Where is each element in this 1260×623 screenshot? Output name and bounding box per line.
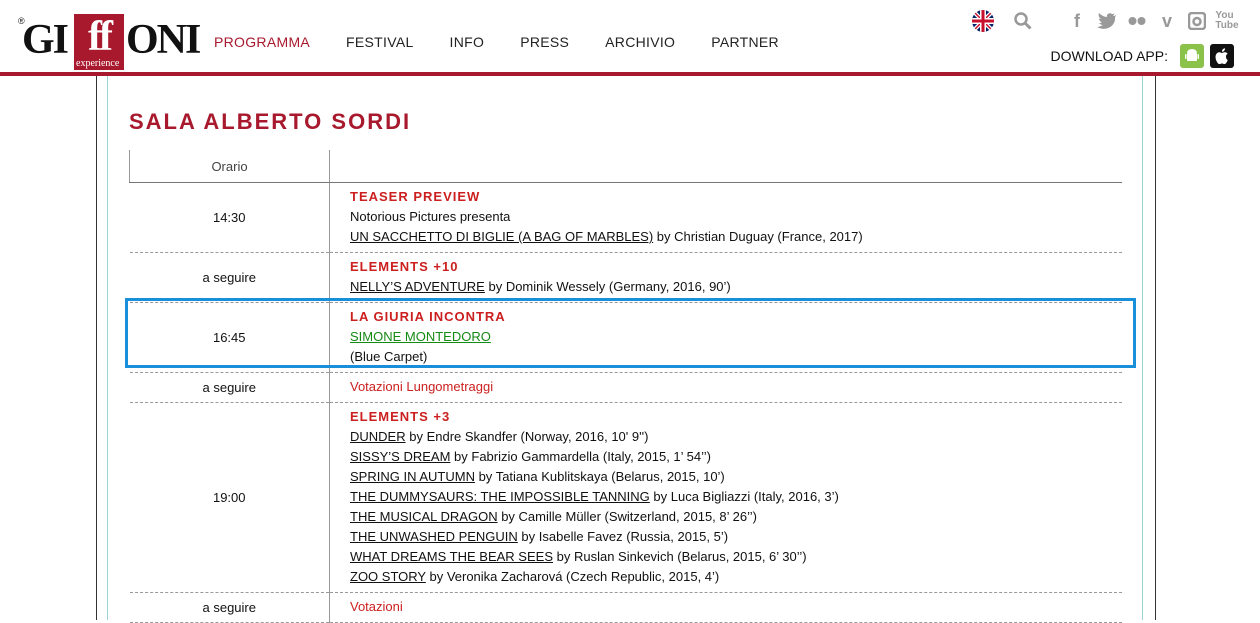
- presenter-text: Notorious Pictures presenta: [350, 209, 511, 224]
- film-link[interactable]: SPRING IN AUTUMN: [350, 469, 475, 484]
- uk-flag-icon[interactable]: [972, 10, 994, 32]
- category-label: TEASER PREVIEW: [350, 189, 481, 204]
- youtube-icon[interactable]: You Tube: [1215, 10, 1238, 32]
- page-title: SALA ALBERTO SORDI: [129, 109, 412, 134]
- vimeo-icon[interactable]: v: [1156, 10, 1178, 32]
- giffoni-logo[interactable]: ® GI ff ONI experience: [18, 12, 201, 70]
- site-header: ® GI ff ONI experience PROGRAMMA FESTIVA…: [0, 0, 1260, 72]
- row-program: TEASER PREVIEW Notorious Pictures presen…: [329, 182, 1122, 253]
- film-info: by Christian Duguay (France, 2017): [653, 229, 863, 244]
- column-header-orario: Orario: [129, 150, 330, 183]
- header-tools: f v You Tube: [972, 8, 1239, 34]
- search-icon[interactable]: [1012, 10, 1034, 32]
- film-line: DUNDER by Endre Skandfer (Norway, 2016, …: [350, 427, 1122, 447]
- download-app: DOWNLOAD APP:: [1051, 44, 1234, 68]
- selection-highlight: [125, 298, 1136, 368]
- film-link[interactable]: NELLY’S ADVENTURE: [350, 279, 485, 294]
- film-info: by Ruslan Sinkevich (Belarus, 2015, 6’ 3…: [553, 549, 807, 564]
- voting-label: Votazioni: [350, 599, 403, 614]
- row-time: 14:30: [129, 182, 330, 253]
- nav-item-info[interactable]: INFO: [450, 34, 485, 50]
- twitter-icon[interactable]: [1096, 10, 1118, 32]
- nav-item-press[interactable]: PRESS: [520, 34, 569, 50]
- film-info: by Camille Müller (Switzerland, 2015, 8’…: [497, 509, 757, 524]
- nav-item-archivio[interactable]: ARCHIVIO: [605, 34, 675, 50]
- film-line: THE UNWASHED PENGUIN by Isabelle Favez (…: [350, 527, 1122, 547]
- film-info: by Tatiana Kublitskaya (Belarus, 2015, 1…: [474, 469, 725, 484]
- film-link[interactable]: THE DUMMYSAURS: THE IMPOSSIBLE TANNING: [350, 489, 650, 504]
- schedule-row: 19:00 ELEMENTS +3 DUNDER by Endre Skandf…: [129, 402, 1122, 593]
- film-link[interactable]: SISSY’S DREAM: [350, 449, 450, 464]
- film-info: by Fabrizio Gammardella (Italy, 2015, 1’…: [450, 449, 712, 464]
- row-time: 19:00: [129, 402, 330, 593]
- nav-item-partner[interactable]: PARTNER: [711, 34, 779, 50]
- facebook-icon[interactable]: f: [1066, 10, 1088, 32]
- row-time: a seguire: [129, 252, 330, 303]
- voting-label: Votazioni Lungometraggi: [350, 379, 494, 394]
- film-info: by Veronika Zacharová (Czech Republic, 2…: [425, 569, 720, 584]
- film-info: by Luca Bigliazzi (Italy, 2016, 3’): [649, 489, 839, 504]
- schedule-row: a seguire Votazioni Lungometraggi: [129, 372, 1122, 403]
- film-line: THE DUMMYSAURS: THE IMPOSSIBLE TANNING b…: [350, 487, 1122, 507]
- row-program: ELEMENTS +10 NELLY’S ADVENTURE by Domini…: [329, 252, 1122, 303]
- film-info: by Dominik Wessely (Germany, 2016, 90’): [484, 279, 731, 294]
- film-line: ZOO STORY by Veronika Zacharová (Czech R…: [350, 567, 1122, 587]
- schedule-row: a seguire Votazioni: [129, 592, 1122, 623]
- film-link[interactable]: THE UNWASHED PENGUIN: [350, 529, 518, 544]
- row-program: ELEMENTS +3 DUNDER by Endre Skandfer (No…: [329, 402, 1122, 593]
- film-link[interactable]: WHAT DREAMS THE BEAR SEES: [350, 549, 553, 564]
- film-line: SISSY’S DREAM by Fabrizio Gammardella (I…: [350, 447, 1122, 467]
- film-link[interactable]: ZOO STORY: [350, 569, 426, 584]
- row-time: a seguire: [129, 592, 330, 623]
- apple-icon[interactable]: [1210, 44, 1234, 68]
- android-icon[interactable]: [1180, 44, 1204, 68]
- film-info: by Isabelle Favez (Russia, 2015, 5’): [517, 529, 729, 544]
- film-line: SPRING IN AUTUMN by Tatiana Kublitskaya …: [350, 467, 1122, 487]
- film-link[interactable]: DUNDER: [350, 429, 406, 444]
- main-nav: PROGRAMMA FESTIVAL INFO PRESS ARCHIVIO P…: [214, 34, 815, 50]
- film-line: NELLY’S ADVENTURE by Dominik Wessely (Ge…: [350, 277, 1122, 297]
- row-time: a seguire: [129, 372, 330, 403]
- film-line: THE MUSICAL DRAGON by Camille Müller (Sw…: [350, 507, 1122, 527]
- instagram-icon[interactable]: [1186, 10, 1208, 32]
- category-label: ELEMENTS +3: [350, 409, 451, 424]
- film-link[interactable]: THE MUSICAL DRAGON: [350, 509, 498, 524]
- nav-item-programma[interactable]: PROGRAMMA: [214, 34, 310, 50]
- film-line: WHAT DREAMS THE BEAR SEES by Ruslan Sink…: [350, 547, 1122, 567]
- film-line: UN SACCHETTO DI BIGLIE (A BAG OF MARBLES…: [350, 227, 1122, 247]
- nav-item-festival[interactable]: FESTIVAL: [346, 34, 414, 50]
- category-label: ELEMENTS +10: [350, 259, 459, 274]
- column-header-program: [329, 150, 1122, 183]
- download-app-label: DOWNLOAD APP:: [1050, 48, 1168, 64]
- flickr-icon[interactable]: [1126, 10, 1148, 32]
- film-info: by Endre Skandfer (Norway, 2016, 10' 9''…: [405, 429, 649, 444]
- schedule-row: a seguire ELEMENTS +10 NELLY’S ADVENTURE…: [129, 252, 1122, 303]
- film-link[interactable]: UN SACCHETTO DI BIGLIE (A BAG OF MARBLES…: [350, 229, 653, 244]
- schedule-table: Orario 14:30 TEASER PREVIEW Notorious Pi…: [129, 150, 1122, 623]
- row-program: Votazioni: [329, 592, 1122, 623]
- schedule-row: 14:30 TEASER PREVIEW Notorious Pictures …: [129, 182, 1122, 253]
- row-program: Votazioni Lungometraggi: [329, 372, 1122, 403]
